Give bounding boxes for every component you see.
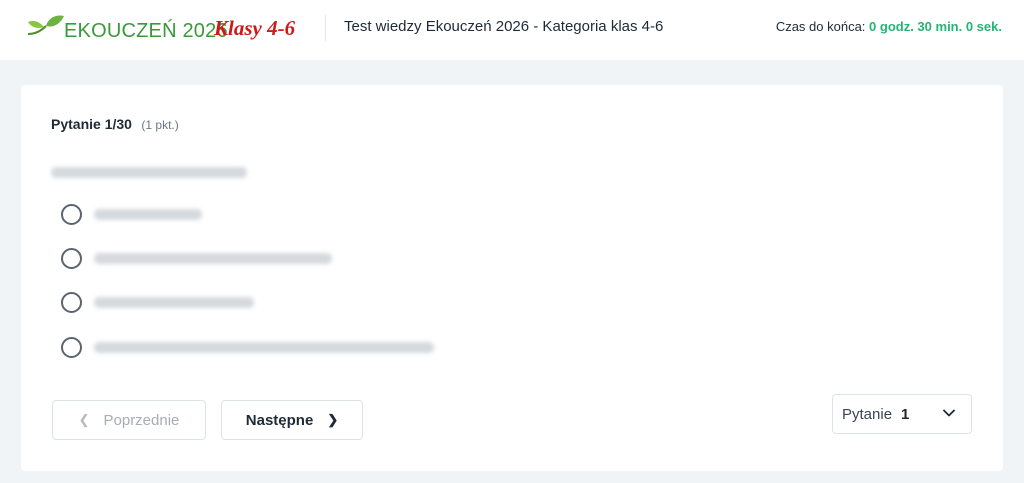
logo-text: EKOUCZEŃ 2026 [64,20,228,42]
timer-value: 0 godz. 30 min. 0 sek. [869,19,1002,34]
question-select-label: Pytanie [842,405,893,423]
chevron-down-icon [943,409,955,417]
ekouczen-logo: EKOUCZEŃ 2026 Klasy 4-6 [26,12,316,46]
answer-option[interactable] [61,335,481,359]
answer-text-redacted [94,341,434,353]
countdown-timer: Czas do końca: 0 godz. 30 min. 0 sek. [776,19,1002,34]
next-button[interactable]: Następne ❯ [221,400,363,440]
question-points: (1 pkt.) [141,118,179,132]
radio-button[interactable] [61,291,82,313]
test-title: Test wiedzy Ekouczeń 2026 - Kategoria kl… [344,18,664,35]
leaf-logo-icon [27,15,64,35]
top-bar: EKOUCZEŃ 2026 Klasy 4-6 Test wiedzy Ekou… [0,0,1024,60]
question-text-redacted [51,167,247,178]
answer-text-redacted [94,296,254,308]
question-select[interactable]: Pytanie 1 [832,394,972,434]
question-number: Pytanie 1/30 [51,116,132,132]
radio-button[interactable] [61,247,82,269]
question-header: Pytanie 1/30 (1 pkt.) [51,116,179,134]
radio-button[interactable] [61,203,82,225]
answer-option[interactable] [61,290,481,314]
chevron-left-icon: ❮ [78,412,90,427]
chevron-right-icon: ❯ [327,412,339,427]
answer-option[interactable] [61,246,481,270]
header-divider [325,15,326,41]
radio-button[interactable] [61,336,82,358]
logo-class-label: Klasy 4-6 [214,16,296,40]
previous-label: Poprzednie [103,411,180,429]
answer-text-redacted [94,208,202,220]
previous-button[interactable]: ❮ Poprzednie [52,400,206,440]
question-select-value: 1 [901,405,910,423]
next-label: Następne [245,411,314,429]
answer-text-redacted [94,252,332,264]
answer-option[interactable] [61,202,481,226]
question-card: Pytanie 1/30 (1 pkt.) ❮ Poprzednie Nastę… [21,85,1003,471]
timer-label: Czas do końca: [775,19,866,34]
